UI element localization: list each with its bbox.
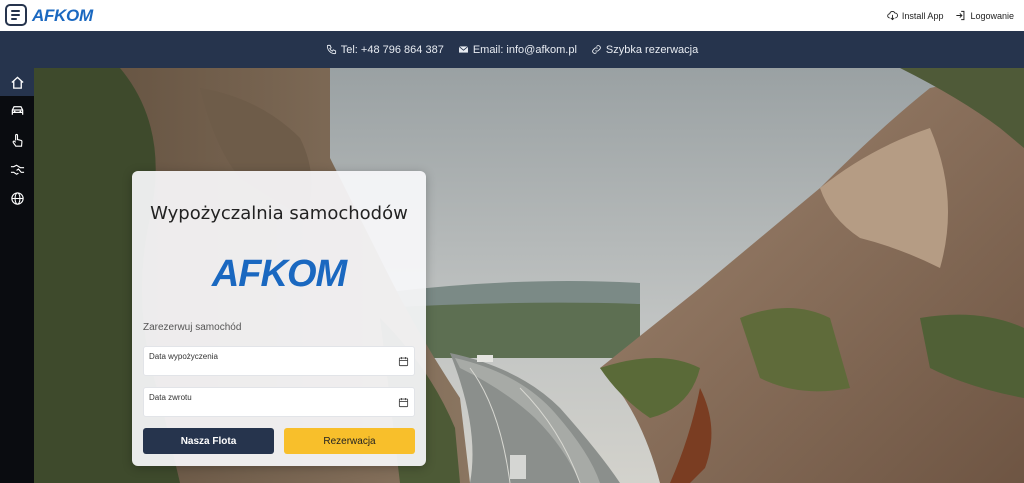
- afkom-logo: AFKOM: [211, 255, 350, 291]
- contact-bar: Tel: +48 796 864 387 Email: info@afkom.p…: [0, 31, 1024, 68]
- quick-reservation-text: Szybka rezerwacja: [605, 43, 699, 56]
- rail-item-home[interactable]: [0, 68, 34, 96]
- card-title: Wypożyczalnia samochodów: [150, 203, 408, 224]
- install-app-link[interactable]: Install App: [887, 10, 944, 21]
- login-link[interactable]: Logowanie: [955, 10, 1014, 21]
- phone-text: Tel: +48 796 864 387: [340, 43, 444, 56]
- rail-item-reservation[interactable]: [0, 126, 34, 154]
- rail-item-language[interactable]: [0, 184, 34, 212]
- link-icon: [592, 45, 601, 54]
- quick-reservation-link[interactable]: Szybka rezerwacja: [591, 44, 698, 56]
- sign-in-icon: [956, 10, 965, 21]
- brand-logo[interactable]: AFKOM: [32, 6, 93, 26]
- pickup-date-field[interactable]: Data wypożyczenia: [143, 346, 415, 376]
- our-fleet-button[interactable]: Nasza Flota: [143, 428, 274, 454]
- calendar-icon[interactable]: [398, 397, 409, 408]
- hand-pointer-icon: [12, 133, 22, 147]
- rail-item-fleet[interactable]: [0, 96, 34, 124]
- globe-icon: [10, 191, 24, 205]
- install-app-label: Install App: [901, 10, 944, 21]
- return-date-field[interactable]: Data zwrotu: [143, 387, 415, 417]
- menu-icon: [11, 10, 20, 12]
- email-link[interactable]: Email: info@afkom.pl: [458, 44, 577, 56]
- reservation-card: Wypożyczalnia samochodów AFKOM Zarezerwu…: [132, 171, 426, 466]
- return-date-label: Data zwrotu: [149, 393, 192, 402]
- car-icon: [11, 105, 23, 115]
- email-text: Email: info@afkom.pl: [472, 43, 577, 56]
- login-label: Logowanie: [970, 10, 1014, 21]
- reserve-heading: Zarezerwuj samochód: [143, 322, 242, 333]
- phone-link[interactable]: Tel: +48 796 864 387: [326, 44, 444, 56]
- top-bar: AFKOM Install App Logowanie: [0, 0, 1024, 31]
- phone-icon: [326, 44, 336, 55]
- handshake-icon: [10, 164, 24, 175]
- cloud-download-icon: [887, 11, 898, 21]
- rail-item-partners[interactable]: [0, 155, 34, 183]
- pickup-date-label: Data wypożyczenia: [149, 352, 218, 361]
- envelope-icon: [458, 46, 469, 53]
- home-icon: [10, 75, 24, 89]
- reservation-button[interactable]: Rezerwacja: [284, 428, 415, 454]
- menu-button[interactable]: [5, 4, 27, 26]
- side-rail: [0, 68, 34, 483]
- svg-text:AFKOM: AFKOM: [211, 255, 349, 291]
- calendar-icon[interactable]: [398, 356, 409, 367]
